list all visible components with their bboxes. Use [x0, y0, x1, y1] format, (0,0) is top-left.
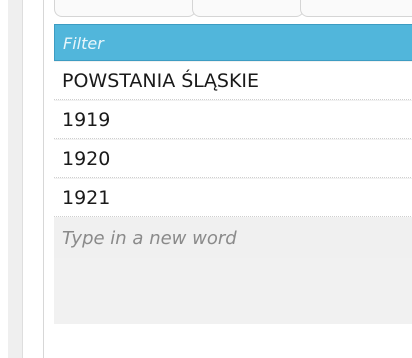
filter-row: [54, 24, 412, 61]
left-margin: [23, 0, 43, 358]
list-item[interactable]: POWSTANIA ŚLĄSKIE: [54, 62, 412, 100]
tab-2[interactable]: [192, 0, 304, 17]
left-gutter: [0, 0, 8, 358]
left-scrollbar-track[interactable]: [8, 0, 23, 358]
filter-input[interactable]: [63, 31, 403, 55]
word-list: POWSTANIA ŚLĄSKIE 1919 1920 1921: [54, 24, 412, 324]
new-word-row: [54, 218, 412, 258]
word-list-panel: POWSTANIA ŚLĄSKIE 1919 1920 1921: [43, 0, 412, 358]
list-item-label: 1920: [62, 148, 111, 170]
list-item[interactable]: 1919: [54, 101, 412, 139]
app-frame: POWSTANIA ŚLĄSKIE 1919 1920 1921: [0, 0, 412, 358]
tab-1[interactable]: [54, 0, 196, 17]
list-item-label: 1919: [62, 109, 111, 131]
list-item-label: 1921: [62, 187, 111, 209]
new-word-input[interactable]: [62, 226, 402, 250]
list-item-label: POWSTANIA ŚLĄSKIE: [62, 70, 260, 92]
tab-strip: [54, 0, 412, 18]
list-item[interactable]: 1921: [54, 179, 412, 217]
list-item[interactable]: 1920: [54, 140, 412, 178]
tab-3[interactable]: [300, 0, 412, 17]
